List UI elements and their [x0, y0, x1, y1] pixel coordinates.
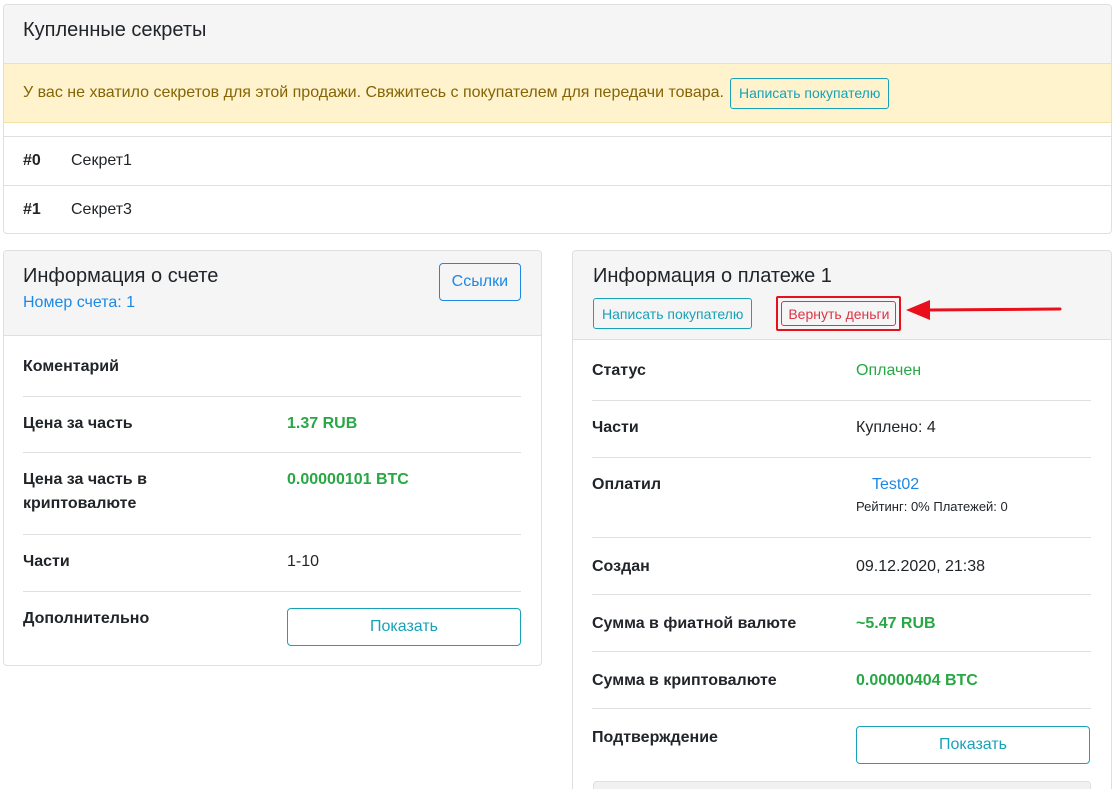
secret-name: Секрет1 [71, 152, 132, 169]
crypto-label: Сумма в криптовалюте [592, 672, 777, 689]
crypto-value: 0.00000404 BTC [856, 672, 978, 689]
info-row-crypto: Сумма в криптовалюте 0.00000404 BTC [592, 652, 1091, 709]
info-row-comment: Коментарий [23, 336, 521, 397]
payment-parts-value: Куплено: 4 [856, 419, 936, 436]
extra-label: Дополнительно [23, 610, 150, 627]
crypto-price-label: Цена за часть в криптовалюте [23, 471, 147, 512]
payer-label: Оплатил [592, 476, 662, 493]
crypto-price-value: 0.00000101 BTC [287, 471, 409, 488]
contact-buyer-button[interactable]: Написать покупателю [593, 298, 753, 329]
info-row-extra: Дополнительно Показать [23, 592, 521, 665]
confirm-label: Подтверждение [592, 729, 718, 746]
created-value: 09.12.2020, 21:38 [856, 558, 986, 575]
purchased-secrets-title: Купленные секреты [23, 19, 207, 41]
account-info-card: Информация о счете Номер счета: 1 Ссылки… [3, 250, 542, 666]
info-row-parts: Части 1-10 [23, 535, 521, 592]
links-button[interactable]: Ссылки [438, 263, 521, 301]
info-row-price: Цена за часть 1.37 RUB [23, 397, 521, 453]
purchased-secrets-header: Купленные секреты [4, 5, 1111, 63]
info-row-crypto-price: Цена за часть в криптовалюте 0.00000101 … [23, 453, 521, 535]
account-info-header: Информация о счете Номер счета: 1 Ссылки [4, 251, 541, 336]
status-label: Статус [592, 362, 646, 379]
secret-number: #1 [23, 201, 41, 218]
bottom-panel [593, 781, 1091, 789]
parts-value: 1-10 [287, 553, 320, 570]
confirm-show-button[interactable]: Показать [856, 726, 1090, 764]
insufficient-secrets-alert: У вас не хватило секретов для этой прода… [4, 63, 1111, 123]
payment-info-title: Информация о платеже 1 [593, 265, 832, 287]
purchased-secrets-card: Купленные секреты У вас не хватило секре… [3, 4, 1112, 234]
refund-button[interactable]: Вернуть деньги [781, 301, 897, 326]
payment-parts-label: Части [592, 419, 639, 436]
created-label: Создан [592, 558, 650, 575]
comment-label: Коментарий [23, 358, 119, 375]
payment-actions: Написать покупателю Вернуть деньги [593, 296, 902, 331]
account-info-table: Коментарий Цена за часть 1.37 RUB Цена з… [23, 336, 521, 665]
info-row-parts: Части Куплено: 4 [592, 401, 1091, 458]
payer-link[interactable]: Test02 [872, 473, 919, 497]
extra-show-button[interactable]: Показать [287, 608, 521, 646]
info-row-created: Создан 09.12.2020, 21:38 [592, 538, 1091, 595]
price-value: 1.37 RUB [287, 415, 358, 432]
fiat-value: ~5.47 RUB [856, 615, 936, 632]
info-row-status: Статус Оплачен [592, 340, 1091, 401]
refund-highlight: Вернуть деньги [776, 296, 902, 331]
payment-info-table: Статус Оплачен Части Куплено: 4 Оплатил … [592, 340, 1091, 780]
status-value: Оплачен [856, 362, 922, 379]
info-row-confirm: Подтверждение Показать [592, 709, 1091, 780]
parts-label: Части [23, 553, 70, 570]
fiat-label: Сумма в фиатной валюте [592, 615, 797, 632]
secret-number: #0 [23, 152, 41, 169]
info-row-payer: Оплатил Test02 Рейтинг: 0% Платежей: 0 [592, 458, 1091, 538]
secret-row: #0 Секрет1 [4, 136, 1111, 185]
secret-row: #1 Секрет3 [4, 185, 1111, 233]
annotation-arrow-icon [906, 300, 1062, 320]
info-row-fiat: Сумма в фиатной валюте ~5.47 RUB [592, 595, 1091, 652]
payment-info-card: Информация о платеже 1 Написать покупате… [572, 250, 1112, 789]
secret-name: Секрет3 [71, 201, 132, 218]
payer-meta: Рейтинг: 0% Платежей: 0 [856, 499, 1008, 514]
price-label: Цена за часть [23, 415, 133, 432]
alert-text: У вас не хватило секретов для этой прода… [23, 84, 724, 101]
alert-contact-buyer-button[interactable]: Написать покупателю [730, 77, 890, 109]
